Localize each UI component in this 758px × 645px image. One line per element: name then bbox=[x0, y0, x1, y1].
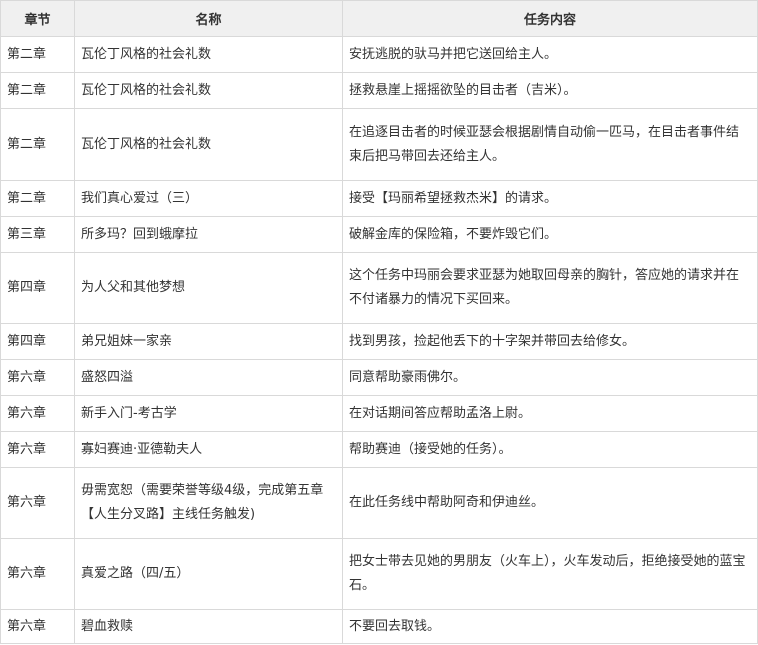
cell-name: 瓦伦丁风格的社会礼数 bbox=[74, 108, 343, 181]
header-content: 任务内容 bbox=[342, 0, 758, 37]
cell-name: 新手入门-考古学 bbox=[74, 395, 343, 432]
cell-content: 不要回去取钱。 bbox=[342, 609, 758, 644]
cell-content: 安抚逃脱的驮马并把它送回给主人。 bbox=[342, 36, 758, 73]
table-header-row: 章节 名称 任务内容 bbox=[0, 0, 758, 37]
cell-chapter: 第二章 bbox=[0, 108, 75, 181]
cell-content: 在追逐目击者的时候亚瑟会根据剧情自动偷一匹马，在目击者事件结束后把马带回去还给主… bbox=[342, 108, 758, 181]
cell-name: 弟兄姐妹一家亲 bbox=[74, 323, 343, 360]
cell-content: 找到男孩，捡起他丢下的十字架并带回去给修女。 bbox=[342, 323, 758, 360]
quest-table: 章节 名称 任务内容 第二章 瓦伦丁风格的社会礼数 安抚逃脱的驮马并把它送回给主… bbox=[0, 0, 758, 644]
cell-name: 瓦伦丁风格的社会礼数 bbox=[74, 72, 343, 109]
table-row: 第四章 为人父和其他梦想 这个任务中玛丽会要求亚瑟为她取回母亲的胸针，答应她的请… bbox=[0, 252, 758, 324]
table-row: 第六章 真爱之路（四/五） 把女士带去见她的男朋友（火车上），火车发动后，拒绝接… bbox=[0, 538, 758, 610]
table-row: 第六章 盛怒四溢 同意帮助豪雨佛尔。 bbox=[0, 359, 758, 396]
cell-chapter: 第六章 bbox=[0, 359, 75, 396]
cell-name: 毋需宽恕（需要荣誉等级4级，完成第五章【人生分叉路】主线任务触发) bbox=[74, 467, 343, 539]
table-row: 第三章 所多玛？回到蛾摩拉 破解金库的保险箱，不要炸毁它们。 bbox=[0, 216, 758, 253]
table-row: 第二章 瓦伦丁风格的社会礼数 安抚逃脱的驮马并把它送回给主人。 bbox=[0, 36, 758, 73]
cell-content: 把女士带去见她的男朋友（火车上），火车发动后，拒绝接受她的蓝宝石。 bbox=[342, 538, 758, 610]
cell-chapter: 第六章 bbox=[0, 395, 75, 432]
cell-name: 真爱之路（四/五） bbox=[74, 538, 343, 610]
cell-chapter: 第六章 bbox=[0, 467, 75, 539]
cell-name: 为人父和其他梦想 bbox=[74, 252, 343, 324]
table-row: 第六章 碧血救赎 不要回去取钱。 bbox=[0, 609, 758, 644]
cell-name: 所多玛？回到蛾摩拉 bbox=[74, 216, 343, 253]
cell-chapter: 第六章 bbox=[0, 538, 75, 610]
header-chapter: 章节 bbox=[0, 0, 75, 37]
cell-name: 寡妇赛迪·亚德勒夫人 bbox=[74, 431, 343, 468]
table-row: 第二章 瓦伦丁风格的社会礼数 拯救悬崖上摇摇欲坠的目击者（吉米）。 bbox=[0, 72, 758, 109]
cell-chapter: 第二章 bbox=[0, 36, 75, 73]
cell-chapter: 第四章 bbox=[0, 252, 75, 324]
table-row: 第六章 毋需宽恕（需要荣誉等级4级，完成第五章【人生分叉路】主线任务触发) 在此… bbox=[0, 467, 758, 539]
cell-content: 这个任务中玛丽会要求亚瑟为她取回母亲的胸针，答应她的请求并在不付诸暴力的情况下买… bbox=[342, 252, 758, 324]
cell-chapter: 第六章 bbox=[0, 431, 75, 468]
cell-name: 瓦伦丁风格的社会礼数 bbox=[74, 36, 343, 73]
table-row: 第六章 寡妇赛迪·亚德勒夫人 帮助赛迪（接受她的任务）。 bbox=[0, 431, 758, 468]
table-row: 第六章 新手入门-考古学 在对话期间答应帮助孟洛上尉。 bbox=[0, 395, 758, 432]
cell-content: 帮助赛迪（接受她的任务）。 bbox=[342, 431, 758, 468]
cell-content: 在此任务线中帮助阿奇和伊迪丝。 bbox=[342, 467, 758, 539]
cell-content: 接受【玛丽希望拯救杰米】的请求。 bbox=[342, 180, 758, 217]
table-row: 第二章 我们真心爱过（三） 接受【玛丽希望拯救杰米】的请求。 bbox=[0, 180, 758, 217]
cell-name: 盛怒四溢 bbox=[74, 359, 343, 396]
cell-chapter: 第二章 bbox=[0, 180, 75, 217]
cell-content: 同意帮助豪雨佛尔。 bbox=[342, 359, 758, 396]
cell-name: 我们真心爱过（三） bbox=[74, 180, 343, 217]
table-row: 第四章 弟兄姐妹一家亲 找到男孩，捡起他丢下的十字架并带回去给修女。 bbox=[0, 323, 758, 360]
cell-content: 破解金库的保险箱，不要炸毁它们。 bbox=[342, 216, 758, 253]
cell-content: 在对话期间答应帮助孟洛上尉。 bbox=[342, 395, 758, 432]
cell-chapter: 第二章 bbox=[0, 72, 75, 109]
cell-chapter: 第三章 bbox=[0, 216, 75, 253]
cell-name: 碧血救赎 bbox=[74, 609, 343, 644]
table-row: 第二章 瓦伦丁风格的社会礼数 在追逐目击者的时候亚瑟会根据剧情自动偷一匹马，在目… bbox=[0, 108, 758, 181]
cell-chapter: 第六章 bbox=[0, 609, 75, 644]
cell-chapter: 第四章 bbox=[0, 323, 75, 360]
cell-content: 拯救悬崖上摇摇欲坠的目击者（吉米）。 bbox=[342, 72, 758, 109]
header-name: 名称 bbox=[74, 0, 343, 37]
